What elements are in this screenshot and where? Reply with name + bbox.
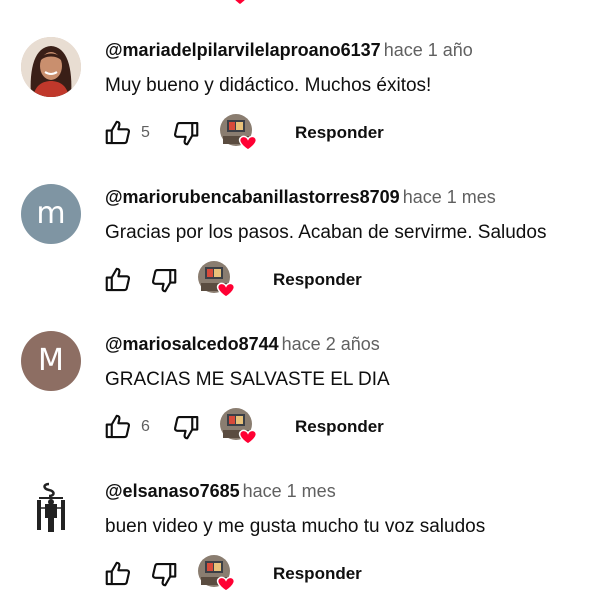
dislike-button[interactable] [168,409,204,445]
comment-header: @mariorubencabanillastorres8709 hace 1 me… [105,187,496,208]
thumbs-down-icon [149,265,179,295]
like-button[interactable] [100,262,136,298]
comment-header: @mariosalcedo8744 hace 2 años [105,334,380,355]
creator-heart-icon [218,406,258,446]
comment-time[interactable]: hace 1 mes [243,481,336,501]
comment-time[interactable]: hace 2 años [282,334,380,354]
comment-text: Gracias por los pasos. Acaban de servirm… [105,222,547,243]
comment-author[interactable]: @mariadelpilarvilelaproano6137 [105,40,381,60]
creator-heart-icon [218,112,258,152]
comment-text: Muy bueno y didáctico. Muchos éxitos! [105,75,432,96]
comment-author[interactable]: @elsanaso7685 [105,481,240,501]
thumbs-down-icon [171,118,201,148]
like-count: 6 [141,418,150,435]
comment-thread: @mariadelpilarvilelaproano6137 hace 1 año… [0,0,605,151]
like-button[interactable] [100,409,136,445]
comment-header: @mariadelpilarvilelaproano6137 hace 1 año [105,40,473,61]
avatar[interactable]: M [21,331,81,391]
avatar[interactable] [21,37,81,97]
comment-text: buen video y me gusta mucho tu voz salud… [105,516,486,537]
avatar-letter: M [38,343,64,378]
like-count: 5 [141,124,150,141]
thumbs-up-icon [103,265,133,295]
comment-time[interactable]: hace 1 mes [403,187,496,207]
comment-header: @elsanaso7685 hace 1 mes [105,481,336,502]
like-button[interactable] [100,556,136,592]
dislike-button[interactable] [146,556,182,592]
comment-author[interactable]: @mariosalcedo8744 [105,334,279,354]
avatar-letter: m [36,196,66,231]
thumbs-up-icon [103,118,133,148]
reply-button[interactable]: Responder [295,123,384,143]
creator-heart-icon [196,259,236,299]
comment-thread: @elsanaso7685 hace 1 mes buen video y me … [0,441,605,592]
comment-time[interactable]: hace 1 año [384,40,473,60]
comment-thread: m @mariorubencabanillastorres8709 hace 1 … [0,147,605,298]
reply-button[interactable]: Responder [273,564,362,584]
avatar[interactable] [21,478,81,538]
thumbs-down-icon [149,559,179,589]
dislike-button[interactable] [146,262,182,298]
thumbs-down-icon [171,412,201,442]
avatar[interactable]: m [21,184,81,244]
reply-button[interactable]: Responder [273,270,362,290]
thumbs-up-icon [103,412,133,442]
comment-thread: M @mariosalcedo8744 hace 2 años GRACIAS M… [0,294,605,445]
thumbs-up-icon [103,559,133,589]
creator-heart-icon [196,553,236,593]
comment-author[interactable]: @mariorubencabanillastorres8709 [105,187,400,207]
comment-text: GRACIAS ME SALVASTE EL DIA [105,369,390,390]
reply-button[interactable]: Responder [295,417,384,437]
like-button[interactable] [100,115,136,151]
dislike-button[interactable] [168,115,204,151]
